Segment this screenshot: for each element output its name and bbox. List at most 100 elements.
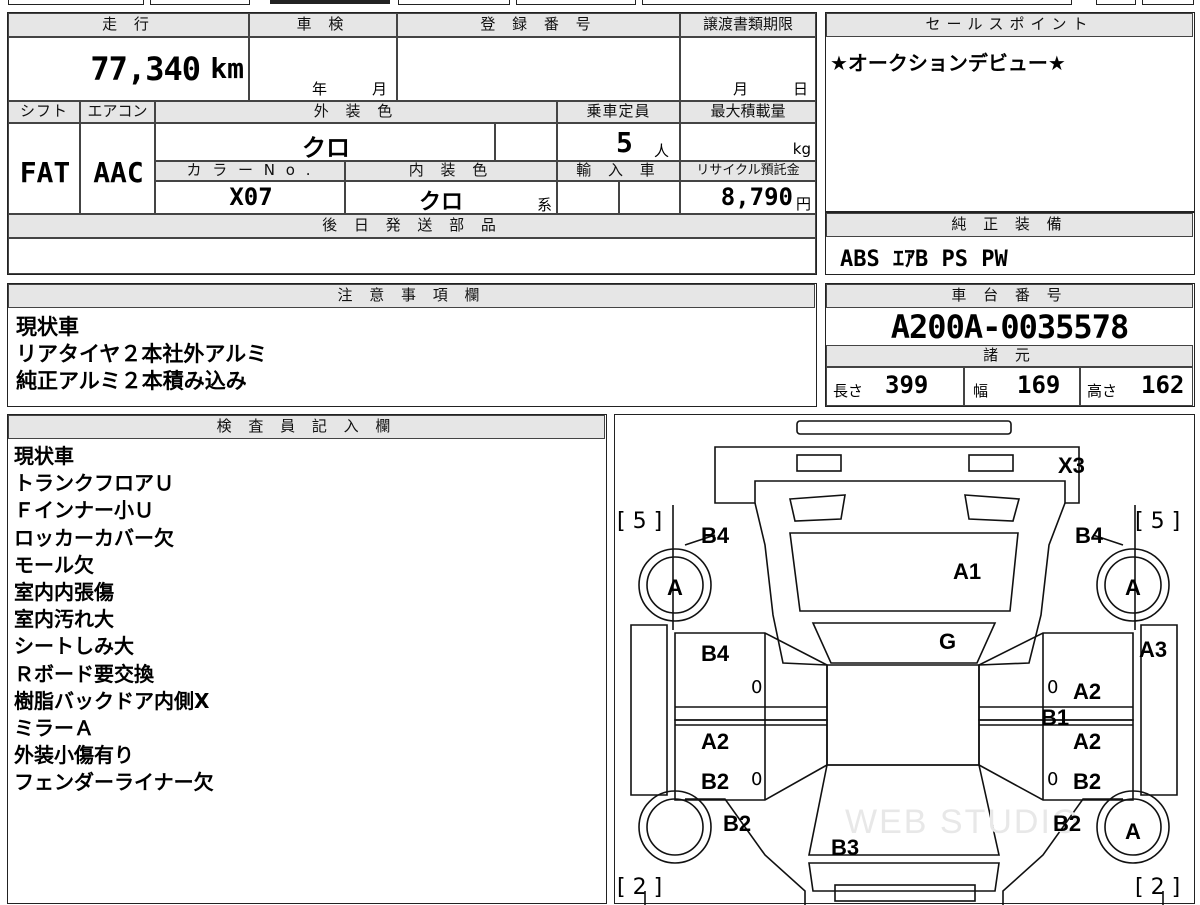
capacity-unit: 人 bbox=[654, 142, 670, 160]
length-label: 長さ bbox=[833, 382, 864, 400]
aircon-value: AAC bbox=[93, 156, 144, 189]
equipment-text: ABS ｴｱB PS PW bbox=[840, 247, 1008, 272]
sales-point-panel: セールスポイント ★オークションデビュー★ bbox=[825, 12, 1195, 212]
width-label: 幅 bbox=[973, 382, 989, 400]
interior-suffix: 系 bbox=[536, 196, 552, 214]
exterior-color-cell: クロ bbox=[155, 123, 495, 162]
aircon-cell: AAC bbox=[80, 123, 155, 214]
max-load-unit: kg bbox=[792, 140, 811, 158]
shift-value: FAT bbox=[19, 156, 71, 189]
mileage-value: 77,340 bbox=[90, 50, 201, 88]
height-cell: 高さ 162 bbox=[1080, 367, 1193, 406]
inspector-line: 樹脂バックドア内側X bbox=[14, 688, 210, 713]
chassis-panel: 車 台 番 号 A200A-0035578 諸 元 長さ 399 幅 169 高… bbox=[825, 283, 1195, 407]
notes-list: 現状車 リアタイヤ２本社外アルミ 純正アルミ２本積み込み bbox=[16, 314, 267, 395]
recycle-value: 8,790 bbox=[720, 183, 793, 211]
inspector-line: 室内内張傷 bbox=[14, 580, 114, 605]
inspection-month-label: 月 bbox=[372, 80, 388, 98]
notes-panel: 注 意 事 項 欄 現状車 リアタイヤ２本社外アルミ 純正アルミ２本積み込み bbox=[7, 283, 817, 407]
inspection-cell: 年 月 bbox=[249, 37, 397, 101]
damage-mark-a-front-right: A bbox=[1125, 575, 1141, 600]
recycle-unit: 円 bbox=[795, 195, 811, 213]
damage-mark-b2-left-rear: B2 bbox=[723, 811, 752, 836]
inspection-year-label: 年 bbox=[312, 80, 328, 98]
exterior-color-code-cell bbox=[495, 123, 557, 161]
inspector-header: 検 査 員 記 入 欄 bbox=[8, 415, 605, 439]
inspector-line: 現状車 bbox=[14, 444, 74, 468]
damage-mark-b1: B1 bbox=[1041, 705, 1070, 730]
mileage-unit: km bbox=[210, 52, 244, 85]
damage-mark-a2-left: A2 bbox=[701, 729, 730, 754]
tire-tread-rear-right: [ 2 ] bbox=[1135, 875, 1181, 900]
width-cell: 幅 169 bbox=[964, 367, 1080, 406]
note-line: リアタイヤ２本社外アルミ bbox=[16, 342, 268, 366]
mileage-cell: 77,340 km bbox=[8, 37, 249, 101]
exterior-color-value: クロ bbox=[302, 134, 350, 162]
color-no-value: X07 bbox=[229, 183, 273, 211]
sales-point-text: ★オークションデビュー★ bbox=[830, 51, 1066, 75]
length-value: 399 bbox=[885, 371, 929, 399]
equipment-panel: 純 正 装 備 ABS ｴｱB PS PW bbox=[825, 212, 1195, 275]
inspector-line: Ｒボード要交換 bbox=[14, 661, 154, 686]
shift-header: シフト bbox=[8, 101, 80, 123]
interior-color-value: クロ bbox=[418, 190, 463, 215]
inspector-line: 外装小傷有り bbox=[14, 743, 134, 768]
damage-mark-a2-right-rear: A2 bbox=[1073, 729, 1102, 754]
inspector-line: ミラーＡ bbox=[14, 716, 94, 741]
capacity-value: 5 bbox=[616, 126, 633, 159]
tire-tread-front-right: [ 5 ] bbox=[1135, 509, 1181, 534]
note-line: 純正アルミ２本積み込み bbox=[16, 369, 247, 393]
length-cell: 長さ 399 bbox=[826, 367, 964, 406]
registration-header: 登 録 番 号 bbox=[397, 13, 680, 37]
damage-mark-b2-right-rear: B2 bbox=[1053, 811, 1082, 836]
damage-mark-a3: A3 bbox=[1139, 637, 1168, 662]
vehicle-info-grid: 走 行 車 検 登 録 番 号 譲渡書類期限 77,340 km 年 月 月 日… bbox=[7, 12, 817, 275]
damage-mark-b4-left: B4 bbox=[701, 523, 730, 548]
watermark: WEB STUDIO bbox=[845, 803, 1081, 841]
inspector-panel: 検 査 員 記 入 欄 現状車 トランクフロアＵ Ｆインナー小Ｕ ロッカーカバー… bbox=[7, 414, 607, 904]
shift-cell: FAT bbox=[8, 123, 80, 214]
max-load-cell: kg bbox=[680, 123, 816, 161]
inspector-line: トランクフロアＵ bbox=[14, 471, 174, 496]
transfer-deadline-header: 譲渡書類期限 bbox=[680, 13, 816, 37]
inspector-line: ロッカーカバー欠 bbox=[14, 525, 174, 550]
tire-tread-front-left: [ 5 ] bbox=[617, 509, 663, 534]
damage-mark-a-front-left: A bbox=[667, 575, 683, 600]
inspector-line: Ｆインナー小Ｕ bbox=[14, 498, 154, 523]
later-parts-header: 後 日 発 送 部 品 bbox=[8, 214, 816, 238]
deadline-month-label: 月 bbox=[733, 80, 749, 98]
damage-mark-b4-door: B4 bbox=[701, 641, 730, 666]
top-strip bbox=[0, 0, 1200, 7]
damage-mark-a-rear-right: A bbox=[1125, 819, 1141, 844]
later-parts-cell bbox=[8, 238, 816, 274]
damage-mark-a2-right-front: A2 bbox=[1073, 679, 1102, 704]
color-no-cell: X07 bbox=[155, 181, 345, 214]
notes-header: 注 意 事 項 欄 bbox=[8, 284, 815, 308]
damage-mark-zero: 0 bbox=[751, 769, 763, 790]
equipment-header: 純 正 装 備 bbox=[826, 213, 1193, 237]
deadline-day-label: 日 bbox=[793, 80, 809, 98]
recycle-cell: 8,790 円 bbox=[680, 181, 816, 214]
capacity-cell: 5 人 bbox=[557, 123, 680, 161]
tire-tread-rear-left: [ 2 ] bbox=[617, 875, 663, 900]
damage-mark-b3: B3 bbox=[831, 835, 860, 860]
car-diagram-panel: WEB STUDIO [ 5 ] [ 5 ] [ 2 ] [ 2 ] X3 B4… bbox=[614, 414, 1195, 905]
interior-color-cell: クロ 系 bbox=[345, 181, 557, 215]
spec-header: 諸 元 bbox=[826, 345, 1193, 367]
height-value: 162 bbox=[1141, 371, 1185, 399]
deadline-cell: 月 日 bbox=[680, 37, 816, 101]
import-header: 輸 入 車 bbox=[557, 161, 680, 181]
damage-mark-g: G bbox=[939, 629, 957, 654]
height-label: 高さ bbox=[1087, 382, 1118, 400]
interior-color-header: 内 装 色 bbox=[345, 161, 557, 181]
chassis-header: 車 台 番 号 bbox=[826, 284, 1193, 308]
chassis-number: A200A-0035578 bbox=[890, 308, 1129, 346]
inspector-line: モール欠 bbox=[14, 552, 94, 577]
damage-mark-b2-right-door: B2 bbox=[1073, 769, 1102, 794]
recycle-header: リサイクル預託金 bbox=[680, 161, 816, 181]
inspector-line: フェンダーライナー欠 bbox=[14, 770, 214, 795]
color-no-header: カ ラ ー N o . bbox=[155, 161, 345, 181]
max-load-header: 最大積載量 bbox=[680, 101, 816, 123]
registration-cell bbox=[397, 37, 680, 101]
damage-mark-b2-left-door: B2 bbox=[701, 769, 730, 794]
